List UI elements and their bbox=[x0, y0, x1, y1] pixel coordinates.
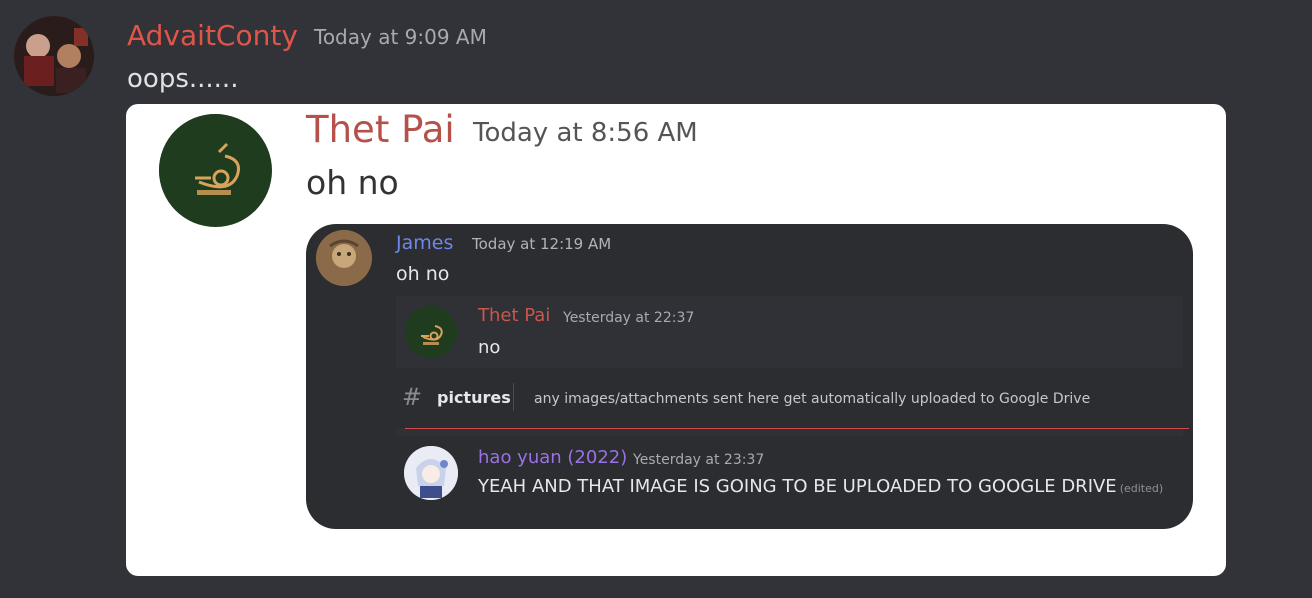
thet-pai-avatar-icon bbox=[159, 114, 272, 227]
followup-timestamp: Yesterday at 23:37 bbox=[633, 452, 765, 468]
channel-topic: any images/attachments sent here get aut… bbox=[534, 391, 1091, 407]
james-avatar-icon bbox=[316, 230, 372, 286]
edited-label: (edited) bbox=[1119, 482, 1164, 495]
hao-yuan-avatar-icon bbox=[404, 446, 458, 500]
new-messages-divider bbox=[405, 428, 1189, 429]
screenshot-author: Thet Pai bbox=[306, 108, 455, 151]
message-author[interactable]: AdvaitConty bbox=[127, 18, 298, 54]
message-text: oops...... bbox=[127, 64, 239, 94]
thet-pai-avatar-icon bbox=[405, 306, 457, 358]
quoted-text: no bbox=[478, 337, 501, 358]
message: AdvaitConty Today at 9:09 AM oops...... … bbox=[0, 0, 1312, 598]
channel-divider bbox=[513, 383, 514, 411]
screenshot-text: oh no bbox=[306, 163, 399, 202]
followup-author: hao yuan (2022) bbox=[478, 447, 628, 468]
reply-author: James bbox=[396, 232, 454, 254]
screenshot-attachment[interactable]: Thet Pai Today at 8:56 AM oh no James To… bbox=[126, 104, 1226, 576]
channel-name: pictures bbox=[437, 388, 511, 407]
followup-text-container: YEAH AND THAT IMAGE IS GOING TO BE UPLOA… bbox=[478, 475, 1163, 501]
quoted-timestamp: Yesterday at 22:37 bbox=[563, 310, 695, 326]
user-avatar-icon[interactable] bbox=[14, 16, 94, 96]
channel-header: # pictures any images/attachments sent h… bbox=[396, 368, 1183, 428]
reply-timestamp: Today at 12:19 AM bbox=[472, 235, 612, 253]
quoted-author: Thet Pai bbox=[478, 305, 551, 326]
followup-text: YEAH AND THAT IMAGE IS GOING TO BE UPLOA… bbox=[478, 476, 1117, 497]
message-timestamp: Today at 9:09 AM bbox=[314, 25, 487, 49]
reply-text: oh no bbox=[396, 263, 450, 285]
hash-icon: # bbox=[402, 383, 423, 411]
screenshot-timestamp: Today at 8:56 AM bbox=[473, 118, 698, 148]
forwarded-message-card: James Today at 12:19 AM oh no Thet Pai Y… bbox=[306, 224, 1193, 529]
